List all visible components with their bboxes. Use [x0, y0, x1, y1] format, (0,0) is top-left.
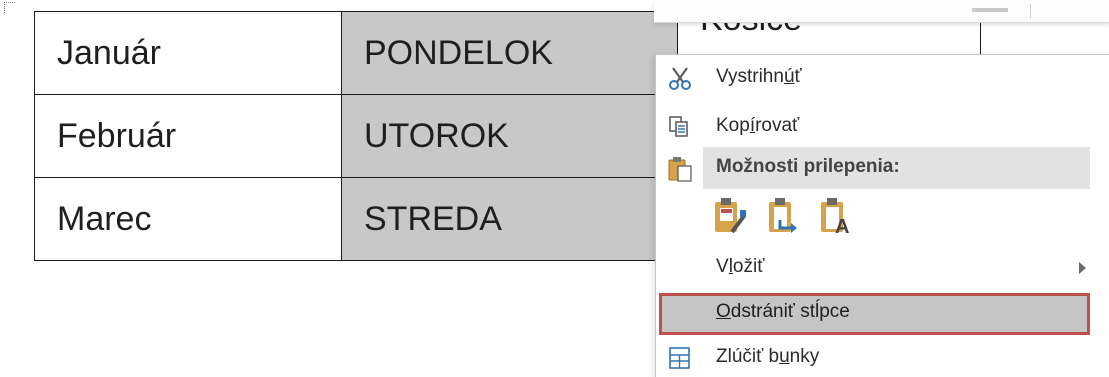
copy-icon: [666, 114, 694, 140]
paste-options-header: Možnosti prilepenia:: [703, 147, 1090, 189]
menu-item-label: Vložiť: [716, 256, 765, 277]
paste-keep-text-only-icon[interactable]: A: [818, 196, 854, 238]
toolbar-control[interactable]: [972, 8, 1008, 12]
paste-keep-formatting-icon[interactable]: [712, 196, 748, 236]
merge-cells-icon: [666, 345, 694, 371]
submenu-arrow-icon: [1079, 262, 1086, 274]
menu-item-label: Zlúčiť bunky: [716, 346, 820, 367]
menu-item-cut[interactable]: Vystrihnúť: [656, 59, 1096, 95]
menu-item-label: Vystrihnúť: [716, 66, 802, 87]
paste-merge-formatting-icon[interactable]: [766, 196, 802, 236]
paste-options-label: Možnosti prilepenia:: [716, 156, 900, 177]
table-cell[interactable]: Február: [34, 94, 342, 178]
table-cell[interactable]: Január: [34, 11, 342, 95]
table-cell-selected[interactable]: UTOROK: [341, 94, 678, 178]
table-cell-selected[interactable]: PONDELOK: [341, 11, 678, 95]
svg-text:A: A: [835, 216, 849, 236]
toolbar-divider: [1030, 4, 1031, 18]
table-cell[interactable]: Marec: [34, 177, 342, 261]
table-cell-selected[interactable]: STREDA: [341, 177, 678, 261]
mini-toolbar: [654, 0, 1109, 23]
table-move-handle[interactable]: [4, 2, 15, 13]
clipboard-icon: [666, 155, 694, 183]
menu-item-insert[interactable]: Vložiť: [656, 249, 1096, 285]
menu-item-label: Kopírovať: [716, 115, 800, 136]
menu-item-label: Odstrániť stĺpce: [716, 301, 850, 322]
menu-item-copy[interactable]: Kopírovať: [656, 108, 1096, 144]
menu-item-merge-cells[interactable]: Zlúčiť bunky: [656, 339, 1096, 375]
scissors-icon: [666, 65, 694, 91]
menu-item-delete-columns[interactable]: Odstrániť stĺpce: [659, 293, 1090, 335]
context-menu: Vystrihnúť Kopírovať Možnosti prilepenia…: [655, 54, 1109, 377]
